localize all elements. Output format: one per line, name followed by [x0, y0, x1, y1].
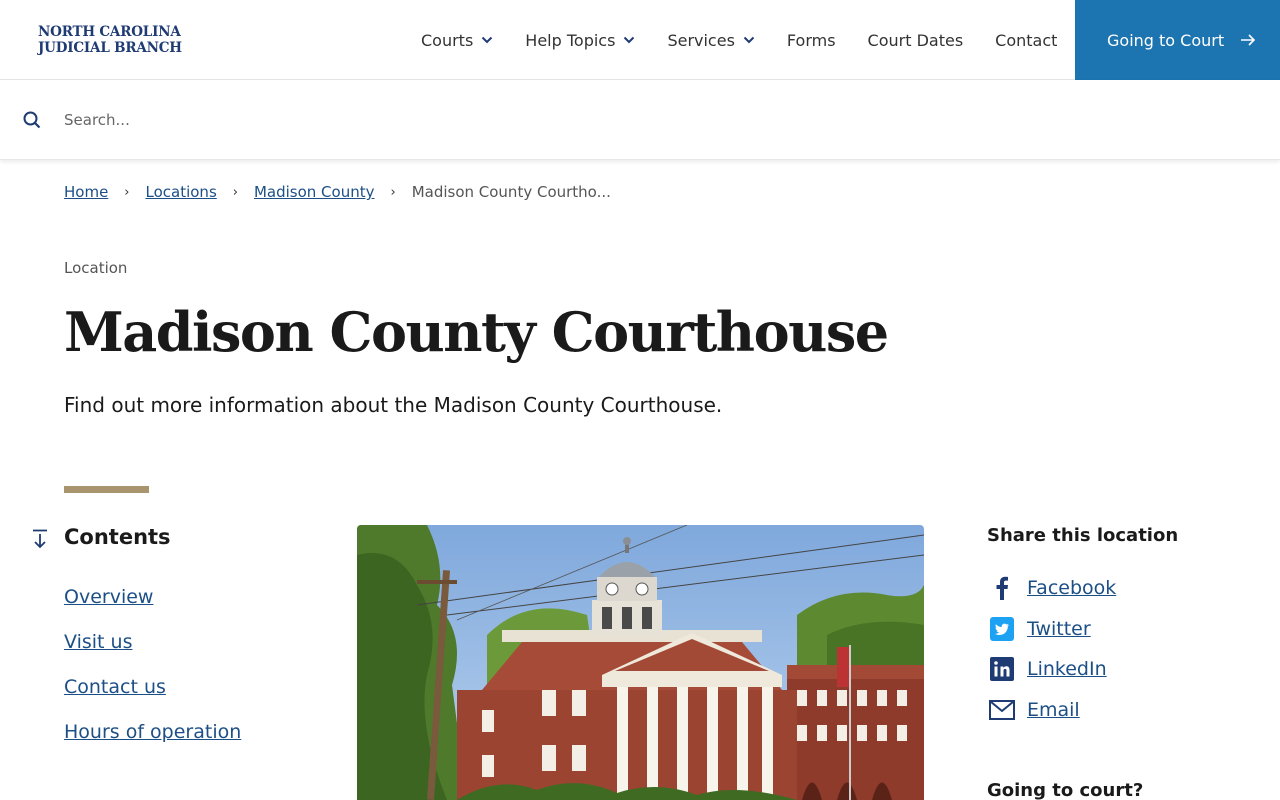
nav-label: Courts — [421, 30, 474, 50]
list-item: Hours of operation — [64, 721, 241, 766]
twitter-icon — [988, 615, 1016, 643]
nav-label: Court Dates — [867, 30, 964, 50]
list-item: Contact us — [64, 676, 241, 721]
chevron-right-icon: › — [124, 184, 130, 200]
search-icon[interactable] — [23, 111, 41, 133]
share-link-linkedin[interactable]: LinkedIn — [1027, 658, 1107, 680]
page-eyebrow: Location — [64, 259, 128, 277]
page-intro: Find out more information about the Madi… — [64, 393, 723, 417]
chevron-right-icon: › — [390, 184, 396, 200]
share-title: Share this location — [987, 525, 1179, 546]
main-nav: Courts Help Topics Services Forms Court … — [421, 0, 1057, 80]
logo-line-2: JUDICIAL BRANCH — [38, 40, 182, 56]
contents-list: Overview Visit us Contact us Hours of op… — [64, 586, 241, 766]
accent-divider — [64, 486, 149, 493]
share-item-email: Email — [988, 690, 1116, 731]
facebook-icon — [988, 574, 1016, 602]
logo-line-1: NORTH CAROLINA — [38, 24, 181, 40]
search-input[interactable] — [56, 102, 1236, 138]
share-item-twitter: Twitter — [988, 609, 1116, 650]
nav-label: Services — [667, 30, 735, 50]
nav-label: Contact — [995, 30, 1058, 50]
breadcrumb-madison-county[interactable]: Madison County — [254, 183, 375, 201]
nav-item-services[interactable]: Services — [667, 30, 755, 50]
list-item: Visit us — [64, 631, 241, 676]
contents-link-contact-us[interactable]: Contact us — [64, 676, 166, 698]
site-header: NORTH CAROLINA JUDICIAL BRANCH Courts He… — [0, 0, 1280, 80]
list-item: Overview — [64, 586, 241, 631]
nav-item-help-topics[interactable]: Help Topics — [525, 31, 635, 50]
breadcrumb: Home › Locations › Madison County › Madi… — [64, 183, 611, 201]
page-title: Madison County Courthouse — [64, 300, 889, 364]
share-item-linkedin: LinkedIn — [988, 649, 1116, 690]
courthouse-photo — [357, 525, 924, 800]
contents-link-hours[interactable]: Hours of operation — [64, 721, 241, 743]
chevron-right-icon: › — [232, 184, 238, 200]
linkedin-icon — [988, 655, 1016, 683]
chevron-down-icon — [623, 36, 635, 44]
contents-link-visit-us[interactable]: Visit us — [64, 631, 132, 653]
search-bar — [0, 80, 1280, 160]
nav-item-forms[interactable]: Forms — [787, 31, 836, 50]
cta-label: Going to Court — [1107, 30, 1225, 50]
contents-title: Contents — [64, 525, 171, 549]
share-link-twitter[interactable]: Twitter — [1027, 618, 1091, 640]
arrow-right-icon — [1240, 33, 1256, 47]
share-link-email[interactable]: Email — [1027, 699, 1080, 721]
contents-link-overview[interactable]: Overview — [64, 586, 153, 608]
share-list: Facebook Twitter LinkedIn Email — [988, 568, 1116, 730]
nav-item-courts[interactable]: Courts — [421, 31, 493, 50]
site-logo[interactable]: NORTH CAROLINA JUDICIAL BRANCH — [38, 24, 182, 56]
share-item-facebook: Facebook — [988, 568, 1116, 609]
nav-item-contact[interactable]: Contact — [995, 31, 1057, 50]
breadcrumb-home[interactable]: Home — [64, 183, 108, 201]
arrow-down-to-line-icon[interactable] — [31, 529, 49, 553]
nav-label: Help Topics — [525, 30, 616, 50]
going-to-court-button[interactable]: Going to Court — [1075, 0, 1280, 80]
going-to-court-heading: Going to court? — [987, 780, 1144, 800]
nav-item-court-dates[interactable]: Court Dates — [868, 31, 964, 50]
email-icon — [988, 696, 1016, 724]
breadcrumb-current: Madison County Courtho... — [411, 183, 611, 201]
breadcrumb-locations[interactable]: Locations — [146, 183, 217, 201]
chevron-down-icon — [743, 36, 755, 44]
chevron-down-icon — [481, 36, 493, 44]
share-link-facebook[interactable]: Facebook — [1027, 577, 1116, 599]
nav-label: Forms — [786, 30, 836, 50]
